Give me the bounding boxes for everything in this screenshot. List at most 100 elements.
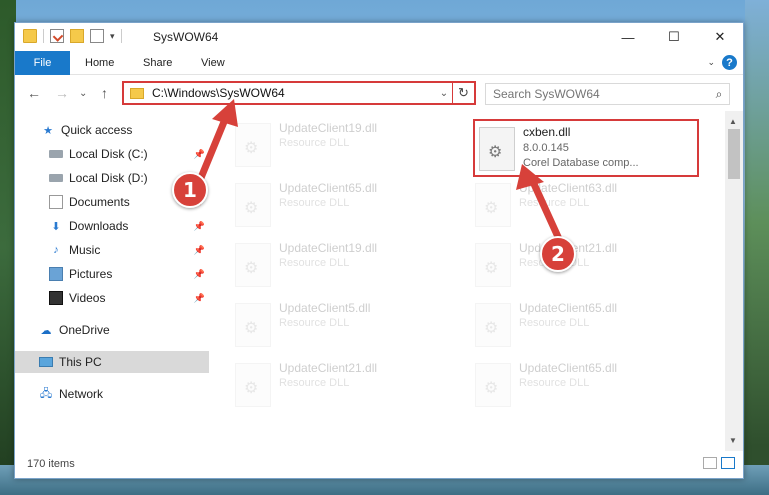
network-icon: 🖧 xyxy=(39,387,53,400)
pin-icon[interactable]: 📌 xyxy=(194,293,205,304)
file-name: UpdateClient19.dll xyxy=(279,121,378,135)
sidebar-item-quick-access[interactable]: ★ Quick access xyxy=(15,119,209,141)
pc-icon xyxy=(39,357,53,367)
list-item[interactable]: UpdateClient65.dll Resource DLL xyxy=(475,359,705,419)
file-name: cxben.dll xyxy=(523,125,571,139)
cloud-icon: ☁ xyxy=(40,324,52,337)
properties-icon[interactable] xyxy=(50,29,64,43)
file-type: Resource DLL xyxy=(519,317,590,329)
status-bar: 170 items xyxy=(15,450,743,478)
list-item[interactable]: UpdateClient63.dllResource DLL xyxy=(475,179,705,239)
sidebar-item-downloads[interactable]: ⬇ Downloads 📌 xyxy=(15,215,209,237)
address-bar[interactable]: C:\Windows\SysWOW64 ⌄ ↻ xyxy=(122,81,476,105)
file-type: Resource DLL xyxy=(279,197,350,209)
dll-file-icon xyxy=(479,127,515,171)
callout-badge-2: 2 xyxy=(540,236,576,272)
file-type: Resource DLL xyxy=(279,137,350,149)
sidebar-item-label: OneDrive xyxy=(59,323,110,337)
view-options-icon[interactable] xyxy=(90,29,104,43)
dll-file-icon xyxy=(235,363,271,407)
recent-locations-chevron-icon[interactable]: ⌄ xyxy=(79,88,87,99)
search-input[interactable] xyxy=(493,87,709,101)
list-item[interactable]: UpdateClient19.dll Resource DLL xyxy=(235,119,465,179)
window-controls: — ☐ ✕ xyxy=(605,23,743,51)
dll-file-icon xyxy=(475,363,511,407)
disk-icon xyxy=(49,150,63,158)
folder-icon xyxy=(130,87,144,99)
back-arrow-icon[interactable]: ← xyxy=(27,85,41,101)
help-icon[interactable]: ? xyxy=(722,55,737,70)
file-type: Resource DLL xyxy=(519,377,590,389)
new-folder-icon[interactable] xyxy=(70,29,84,43)
tab-view[interactable]: View xyxy=(201,51,225,75)
pin-icon[interactable]: 📌 xyxy=(194,245,205,256)
toolbar-separator xyxy=(43,29,44,43)
tab-file[interactable]: File xyxy=(15,51,70,75)
file-version: 8.0.0.145 xyxy=(523,142,569,154)
sidebar-item-this-pc[interactable]: This PC xyxy=(15,351,209,373)
callout-badge-1: 1 xyxy=(172,172,208,208)
list-item[interactable]: UpdateClient21.dll Resource DLL xyxy=(235,359,465,419)
list-item[interactable]: UpdateClient65.dll Resource DLL xyxy=(475,299,705,359)
customize-toolbar-dropdown-icon[interactable]: ▾ xyxy=(110,31,115,42)
file-type: Resource DLL xyxy=(279,257,350,269)
minimize-button[interactable]: — xyxy=(605,23,651,51)
document-icon xyxy=(49,195,63,209)
maximize-button[interactable]: ☐ xyxy=(651,23,697,51)
scroll-down-icon[interactable]: ▼ xyxy=(729,436,737,445)
tab-share[interactable]: Share xyxy=(143,51,172,75)
file-type: Resource DLL xyxy=(279,377,350,389)
folder-icon xyxy=(23,29,37,43)
sidebar-item-pictures[interactable]: Pictures 📌 xyxy=(15,263,209,285)
search-icon[interactable]: ⌕ xyxy=(709,87,729,102)
large-icons-view-icon[interactable] xyxy=(721,457,735,469)
sidebar-item-label: Videos xyxy=(69,291,106,305)
sidebar-item-label: This PC xyxy=(59,355,102,369)
dll-file-icon xyxy=(475,303,511,347)
sidebar-item-music[interactable]: ♪ Music 📌 xyxy=(15,239,209,261)
refresh-icon[interactable]: ↻ xyxy=(452,83,474,103)
details-view-icon[interactable] xyxy=(703,457,717,469)
sidebar-item-label: Music xyxy=(69,243,101,257)
tab-home[interactable]: Home xyxy=(85,51,114,75)
toolbar-separator xyxy=(120,29,122,43)
scroll-up-icon[interactable]: ▲ xyxy=(729,117,737,126)
close-button[interactable]: ✕ xyxy=(697,23,743,51)
list-item[interactable]: UpdateClient21.dllResource DLL xyxy=(475,239,705,299)
music-icon: ♪ xyxy=(53,244,59,256)
sidebar-item-network[interactable]: 🖧 Network xyxy=(15,383,209,405)
sidebar-item-label: Local Disk (C:) xyxy=(69,147,148,161)
window-title: SysWOW64 xyxy=(153,30,219,44)
disk-icon xyxy=(49,174,63,182)
sidebar-item-label: Quick access xyxy=(61,123,133,137)
sidebar-item-label: Downloads xyxy=(69,219,129,233)
address-dropdown-chevron-icon[interactable]: ⌄ xyxy=(436,88,452,99)
sidebar-item-onedrive[interactable]: ☁ OneDrive xyxy=(15,319,209,341)
pin-icon[interactable]: 📌 xyxy=(194,221,205,232)
file-explorer-window: ▾ SysWOW64 — ☐ ✕ File Home Share View ⌄ … xyxy=(14,22,744,479)
list-item[interactable]: UpdateClient19.dll Resource DLL xyxy=(235,239,465,299)
file-name: UpdateClient19.dll xyxy=(279,241,378,255)
sidebar-item-videos[interactable]: Videos 📌 xyxy=(15,287,209,309)
file-name: UpdateClient21.dll xyxy=(279,361,378,375)
pin-icon[interactable]: 📌 xyxy=(194,269,205,280)
sidebar-item-local-disk-c[interactable]: Local Disk (C:) 📌 xyxy=(15,143,209,165)
list-item[interactable]: UpdateClient65.dll Resource DLL xyxy=(235,179,465,239)
sidebar-item-label: Documents xyxy=(69,195,130,209)
vertical-scrollbar[interactable]: ▲ ▼ xyxy=(725,111,743,451)
forward-arrow-icon[interactable]: → xyxy=(55,85,69,101)
star-icon: ★ xyxy=(43,124,53,137)
dll-file-icon xyxy=(235,303,271,347)
up-arrow-icon[interactable]: ↑ xyxy=(101,85,108,101)
file-name: UpdateClient65.dll xyxy=(519,361,618,375)
list-item[interactable]: UpdateClient5.dll Resource DLL xyxy=(235,299,465,359)
search-box[interactable]: ⌕ xyxy=(485,83,730,105)
dll-file-icon xyxy=(475,243,511,287)
videos-icon xyxy=(49,291,63,305)
highlighted-file-cxben[interactable]: cxben.dll 8.0.0.145 Corel Database comp.… xyxy=(473,119,699,177)
title-bar: ▾ SysWOW64 — ☐ ✕ xyxy=(15,23,743,51)
navigation-bar: ← → ⌄ ↑ C:\Windows\SysWOW64 ⌄ ↻ ⌕ xyxy=(15,75,743,111)
ribbon-tabs: File Home Share View ⌄ ? xyxy=(15,51,743,75)
expand-ribbon-icon[interactable]: ⌄ xyxy=(707,57,715,68)
scrollbar-thumb[interactable] xyxy=(728,129,740,179)
